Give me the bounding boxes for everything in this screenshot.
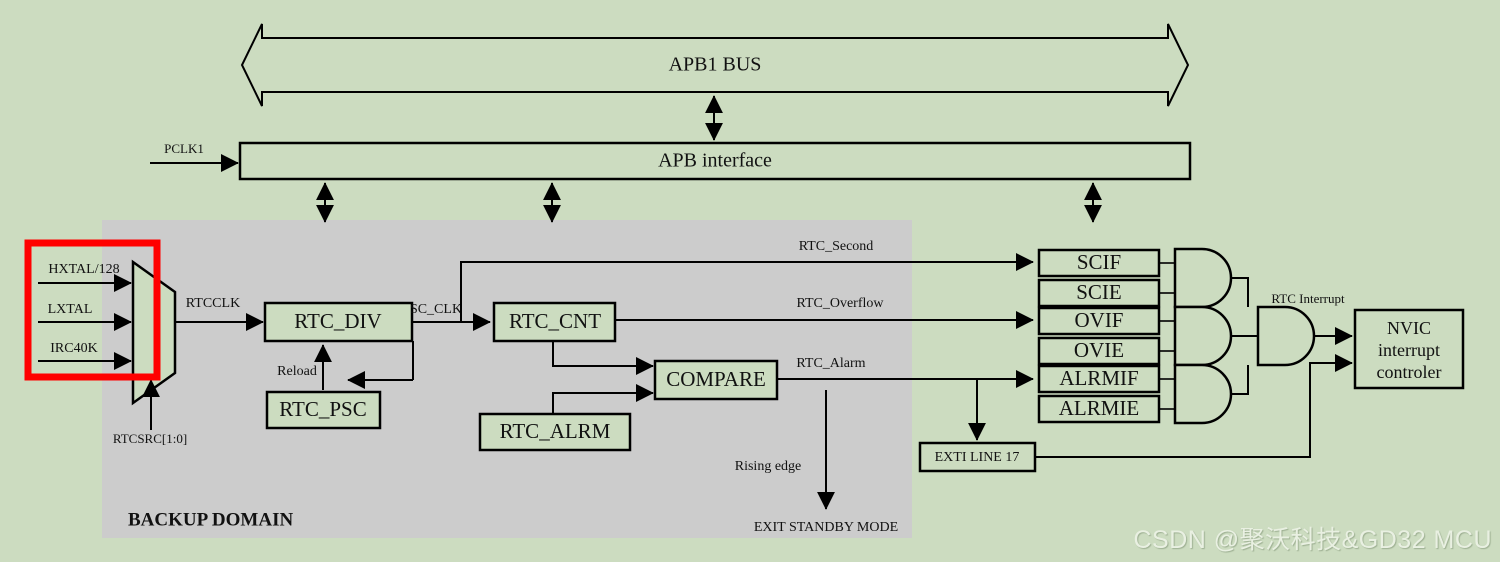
rtc-second-label: RTC_Second	[799, 239, 874, 254]
apb1-bus-label: APB1 BUS	[669, 54, 762, 76]
rtc-cnt-label: RTC_CNT	[509, 309, 601, 333]
scie-label: SCIE	[1076, 280, 1122, 304]
flag-registers: SCIF SCIE OVIF OVIE ALRMIF ALRMIE	[1037, 248, 1161, 424]
nvic-label-line2: interrupt	[1378, 340, 1440, 360]
apb-interface-block: APB interface	[238, 141, 1192, 181]
and-gate-overflow	[1159, 305, 1258, 367]
clock-source-label-lxtal: LXTAL	[48, 302, 93, 317]
rtc-psc-block: RTC_PSC	[265, 390, 382, 430]
clock-source-label-hxtal: HXTAL/128	[48, 262, 119, 277]
apb-bidirectional-links	[316, 182, 1102, 223]
rtc-block-diagram: BACKUP DOMAIN APB1 BUS APB interface PCL…	[24, 23, 1465, 538]
alrmie-label: ALRMIE	[1059, 396, 1140, 420]
pclk1-input: PCLK1	[150, 141, 239, 172]
apb1-bus: APB1 BUS	[240, 23, 1190, 107]
pclk1-label: PCLK1	[164, 141, 204, 156]
rtc-alrm-label: RTC_ALRM	[500, 419, 611, 443]
rtc-alarm-label: RTC_Alarm	[796, 356, 865, 371]
rtc-overflow-label: RTC_Overflow	[796, 296, 884, 311]
rtc-div-label: RTC_DIV	[294, 309, 381, 333]
rtc-div-block: RTC_DIV	[263, 301, 414, 343]
sc-clk-label: SC_CLK	[410, 302, 462, 317]
ovie-label: OVIE	[1074, 338, 1124, 362]
diagram-canvas: BACKUP DOMAIN APB1 BUS APB interface PCL…	[0, 0, 1500, 562]
and-gate-alarm	[1159, 363, 1249, 425]
apb-interface-label: APB interface	[658, 150, 772, 172]
clock-source-label-irc40k: IRC40K	[50, 341, 97, 356]
rtcclk-label: RTCCLK	[186, 296, 240, 311]
nvic-label-line3: controler	[1377, 362, 1442, 382]
exti-label: EXTI LINE 17	[935, 450, 1020, 465]
and-gate-second	[1159, 247, 1249, 309]
alrmif-label: ALRMIF	[1059, 366, 1138, 390]
rtc-cnt-block: RTC_CNT	[492, 301, 617, 343]
ovif-label: OVIF	[1074, 308, 1123, 332]
backup-domain-label: BACKUP DOMAIN	[128, 509, 293, 530]
and-gate-rtc-interrupt: RTC Interrupt	[1256, 291, 1353, 367]
nvic-label-line1: NVIC	[1387, 318, 1431, 338]
rising-edge-label: Rising edge	[735, 459, 802, 474]
rtcsrc-select-label: RTCSRC[1:0]	[113, 431, 187, 446]
exit-standby-label: EXIT STANDBY MODE	[754, 520, 898, 535]
rtc-alrm-block: RTC_ALRM	[478, 412, 632, 452]
reload-label: Reload	[277, 364, 317, 379]
scif-label: SCIF	[1077, 250, 1121, 274]
rtc-interrupt-label: RTC Interrupt	[1271, 291, 1345, 306]
rtc-psc-label: RTC_PSC	[279, 397, 366, 421]
nvic-block: NVIC interrupt controler	[1353, 308, 1465, 390]
compare-label: COMPARE	[666, 367, 766, 391]
compare-block: COMPARE	[653, 359, 779, 401]
